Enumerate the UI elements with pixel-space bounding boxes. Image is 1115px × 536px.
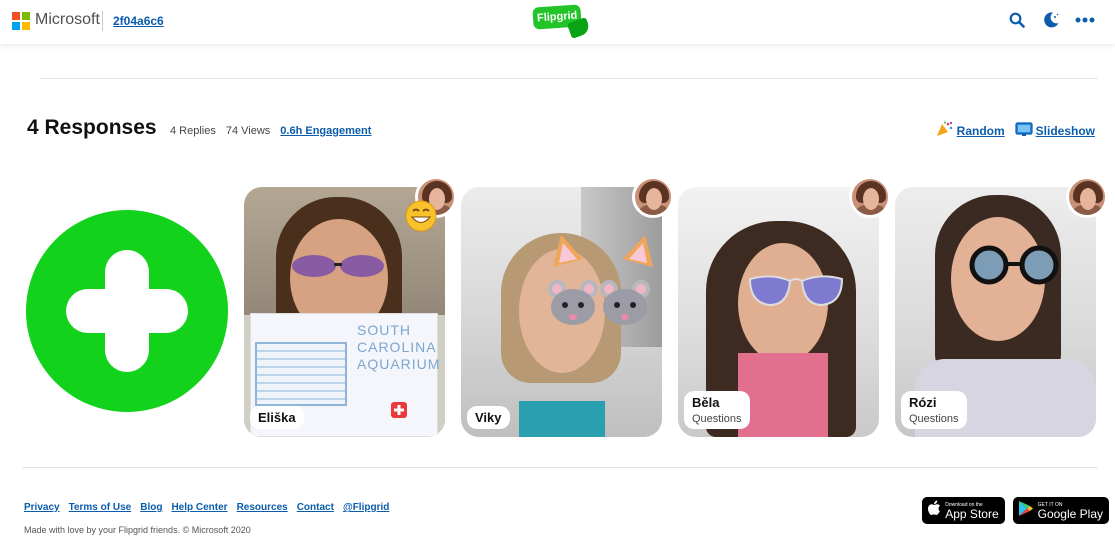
header-divider <box>102 11 103 31</box>
group-code-link[interactable]: 2f04a6c6 <box>113 14 164 28</box>
slideshow-label: Slideshow <box>1035 123 1095 138</box>
response-name-tag: Běla Questions <box>684 391 750 429</box>
flipgrid-logo[interactable]: Flipgrid <box>532 4 593 39</box>
add-response-button[interactable] <box>26 210 228 412</box>
microsoft-logo-icon[interactable] <box>12 12 30 30</box>
moon-icon[interactable] <box>1041 10 1061 30</box>
slideshow-link[interactable]: Slideshow <box>1015 121 1095 140</box>
app-store-badge[interactable]: Download on the App Store <box>922 497 1005 524</box>
response-author-name: Běla <box>692 395 720 410</box>
terms-link[interactable]: Terms of Use <box>69 502 132 513</box>
top-divider <box>40 78 1098 79</box>
sunglasses-icon <box>288 253 388 279</box>
sign-drawing-text: SOUTH CAROLINA AQUARIUM <box>357 322 441 372</box>
round-glasses-icon <box>969 245 1059 285</box>
swiss-flag-icon <box>391 402 407 418</box>
response-author-name: Viky <box>475 410 502 425</box>
app-store-text: Download on the App Store <box>945 502 998 520</box>
responses-title: 4 Responses <box>27 116 157 139</box>
responses-meta: 4 Replies 74 Views 0.6h Engagement <box>170 125 371 137</box>
response-card-rozi[interactable]: Rózi Questions <box>895 187 1096 437</box>
response-card-viky[interactable]: Viky <box>461 187 662 437</box>
app-store-big: App Store <box>945 506 999 521</box>
response-author-name: Eliška <box>258 410 296 425</box>
shirt-shape <box>738 353 828 437</box>
avatar[interactable] <box>1066 176 1108 218</box>
grinning-emoji-icon <box>405 200 437 232</box>
footer-links: Privacy Terms of Use Blog Help Center Re… <box>24 502 389 513</box>
footer-copyright: Made with love by your Flipgrid friends.… <box>24 525 251 535</box>
top-bar: Microsoft 2f04a6c6 Flipgrid <box>0 0 1115 44</box>
views-count: 74 Views <box>225 125 271 137</box>
bottom-divider <box>22 467 1098 468</box>
microsoft-wordmark[interactable]: Microsoft <box>35 11 100 29</box>
apple-icon <box>927 500 941 521</box>
play-icon <box>1018 500 1034 522</box>
store-badges: Download on the App Store GET IT ON Goog… <box>922 497 1109 524</box>
avatar[interactable] <box>849 176 891 218</box>
shirt-shape <box>519 401 605 437</box>
slideshow-icon <box>1015 121 1033 140</box>
contact-link[interactable]: Contact <box>297 502 334 513</box>
replies-count: 4 Replies <box>170 125 216 137</box>
response-subtitle: Questions <box>909 413 959 425</box>
help-center-link[interactable]: Help Center <box>171 502 227 513</box>
response-name-tag: Viky <box>467 406 510 429</box>
twitter-link[interactable]: @Flipgrid <box>343 502 389 513</box>
search-icon[interactable] <box>1007 10 1027 30</box>
privacy-link[interactable]: Privacy <box>24 502 60 513</box>
blog-link[interactable]: Blog <box>140 502 162 513</box>
google-play-text: GET IT ON Google Play <box>1038 502 1103 520</box>
avatar[interactable] <box>632 176 674 218</box>
random-link[interactable]: Random <box>936 121 1005 140</box>
flipgrid-topic-page: Microsoft 2f04a6c6 Flipgrid 4 Responses … <box>0 0 1115 536</box>
google-play-badge[interactable]: GET IT ON Google Play <box>1012 497 1109 524</box>
wave-drawing <box>255 342 347 406</box>
response-card-bela[interactable]: Běla Questions <box>678 187 879 437</box>
response-name-tag: Eliška <box>250 406 304 429</box>
response-name-tag: Rózi Questions <box>901 391 967 429</box>
mouse-glasses-icon <box>545 279 653 329</box>
cat-ears-icon <box>553 233 653 267</box>
aviator-glasses-icon <box>746 273 846 309</box>
google-play-big: Google Play <box>1037 506 1103 521</box>
resources-link[interactable]: Resources <box>237 502 288 513</box>
more-icon[interactable] <box>1075 10 1095 30</box>
plus-icon-horizontal <box>66 289 188 333</box>
confetti-icon <box>936 121 954 140</box>
view-mode-links: Random Slideshow <box>936 121 1095 140</box>
random-label: Random <box>956 123 1005 138</box>
header-actions <box>1007 10 1095 30</box>
response-subtitle: Questions <box>692 413 742 425</box>
engagement-link[interactable]: 0.6h Engagement <box>280 125 371 137</box>
response-author-name: Rózi <box>909 395 937 410</box>
